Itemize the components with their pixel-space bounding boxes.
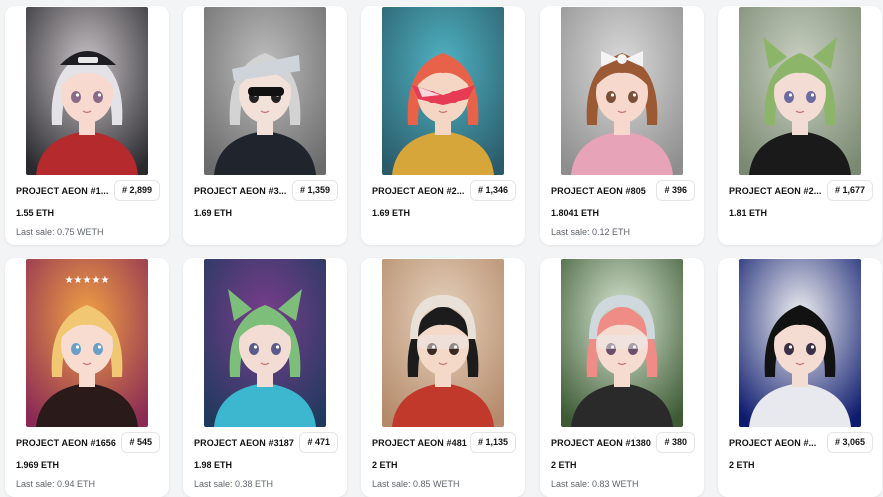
nft-price: 1.98 ETH — [194, 460, 233, 470]
nft-price: 1.8041 ETH — [551, 208, 600, 218]
nft-card[interactable]: PROJECT AEON #2... # 1,346 1.69 ETH — [361, 6, 525, 245]
nft-price: 1.81 ETH — [729, 208, 768, 218]
nft-card[interactable]: PROJECT AEON #1380 # 380 2 ETH Last sale: 0… — [540, 258, 704, 497]
last-sale-text: Last sale: 0.83 WETH — [551, 479, 639, 489]
nft-image[interactable] — [382, 7, 504, 175]
nft-name[interactable]: PROJECT AEON #1656 — [16, 438, 118, 448]
nft-name[interactable]: PROJECT AEON #3... — [194, 186, 296, 196]
nft-name[interactable]: PROJECT AEON #... — [729, 438, 831, 448]
nft-card[interactable]: PROJECT AEON #3... # 1,359 1.69 ETH — [183, 6, 347, 245]
nft-name[interactable]: PROJECT AEON #2... — [372, 186, 474, 196]
nft-card[interactable]: PROJECT AEON #3187 # 471 1.98 ETH Last sale… — [183, 258, 347, 497]
nft-image[interactable] — [204, 7, 326, 175]
nft-image[interactable] — [561, 259, 683, 427]
rarity-rank-badge[interactable]: # 3,065 — [826, 432, 873, 453]
rarity-rank-badge[interactable]: # 2,899 — [113, 180, 160, 201]
nft-price: 1.69 ETH — [372, 208, 411, 218]
nft-price: 1.55 ETH — [16, 208, 55, 218]
svg-text:★★★★★: ★★★★★ — [65, 275, 110, 286]
rarity-rank-badge[interactable]: # 471 — [299, 432, 338, 453]
rarity-rank-badge[interactable]: # 545 — [121, 432, 160, 453]
nft-card[interactable]: PROJECT AEON #1... # 2,899 1.55 ETH Last sa… — [5, 6, 169, 245]
nft-name[interactable]: PROJECT AEON #805 — [551, 186, 653, 196]
nft-card[interactable]: ★★★★★ PROJECT AEON #1656 # 545 1.969 ETH La… — [5, 258, 169, 497]
nft-name[interactable]: PROJECT AEON #2... — [729, 186, 831, 196]
rarity-rank-badge[interactable]: # 1,359 — [291, 180, 338, 201]
rarity-rank-badge[interactable]: # 1,346 — [469, 180, 516, 201]
rarity-rank-badge[interactable]: # 380 — [656, 432, 695, 453]
nft-price: 1.69 ETH — [194, 208, 233, 218]
rarity-rank-badge[interactable]: # 1,135 — [469, 432, 516, 453]
nft-image[interactable] — [204, 259, 326, 427]
last-sale-text: Last sale: 0.94 ETH — [16, 479, 96, 489]
last-sale-text: Last sale: 0.85 WETH — [372, 479, 460, 489]
nft-price: 2 ETH — [729, 460, 755, 470]
nft-card[interactable]: PROJECT AEON #805 # 396 1.8041 ETH Last sal… — [540, 6, 704, 245]
rarity-rank-badge[interactable]: # 1,677 — [826, 180, 873, 201]
nft-name[interactable]: PROJECT AEON #3187 — [194, 438, 296, 448]
nft-image[interactable]: ★★★★★ — [26, 259, 148, 427]
nft-image[interactable] — [26, 7, 148, 175]
nft-card[interactable]: PROJECT AEON #481 # 1,135 2 ETH Last sale: … — [361, 258, 525, 497]
nft-card[interactable]: PROJECT AEON #2... # 1,677 1.81 ETH — [718, 6, 882, 245]
nft-name[interactable]: PROJECT AEON #1380 — [551, 438, 653, 448]
nft-image[interactable] — [382, 259, 504, 427]
nft-name[interactable]: PROJECT AEON #1... — [16, 186, 118, 196]
last-sale-text: Last sale: 0.75 WETH — [16, 227, 104, 237]
nft-price: 2 ETH — [372, 460, 398, 470]
last-sale-text: Last sale: 0.12 ETH — [551, 227, 631, 237]
nft-name[interactable]: PROJECT AEON #481 — [372, 438, 474, 448]
nft-price: 1.969 ETH — [16, 460, 60, 470]
nft-grid: PROJECT AEON #1... # 2,899 1.55 ETH Last sa… — [0, 0, 883, 497]
nft-image[interactable] — [561, 7, 683, 175]
last-sale-text: Last sale: 0.38 ETH — [194, 479, 274, 489]
nft-card[interactable]: PROJECT AEON #... # 3,065 2 ETH — [718, 258, 882, 497]
nft-image[interactable] — [739, 259, 861, 427]
nft-image[interactable] — [739, 7, 861, 175]
nft-price: 2 ETH — [551, 460, 577, 470]
rarity-rank-badge[interactable]: # 396 — [656, 180, 695, 201]
